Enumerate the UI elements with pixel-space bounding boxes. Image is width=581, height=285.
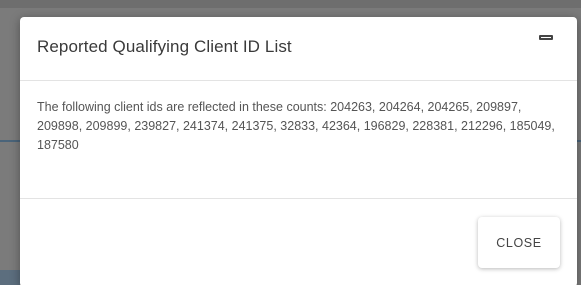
dialog-body: The following client ids are reflected i… [20,82,577,199]
client-id-dialog: Reported Qualifying Client ID List The f… [20,17,577,285]
backdrop-panel-fragment [0,270,20,285]
dialog-footer: CLOSE [20,200,577,285]
backdrop-divider-left [0,140,20,142]
minimize-button[interactable] [534,29,556,47]
page-backdrop [0,0,581,8]
minimize-icon [539,35,553,40]
close-button[interactable]: CLOSE [478,217,560,268]
dialog-header: Reported Qualifying Client ID List [20,17,577,81]
client-id-message: The following client ids are reflected i… [37,100,555,152]
dialog-title: Reported Qualifying Client ID List [37,37,292,56]
